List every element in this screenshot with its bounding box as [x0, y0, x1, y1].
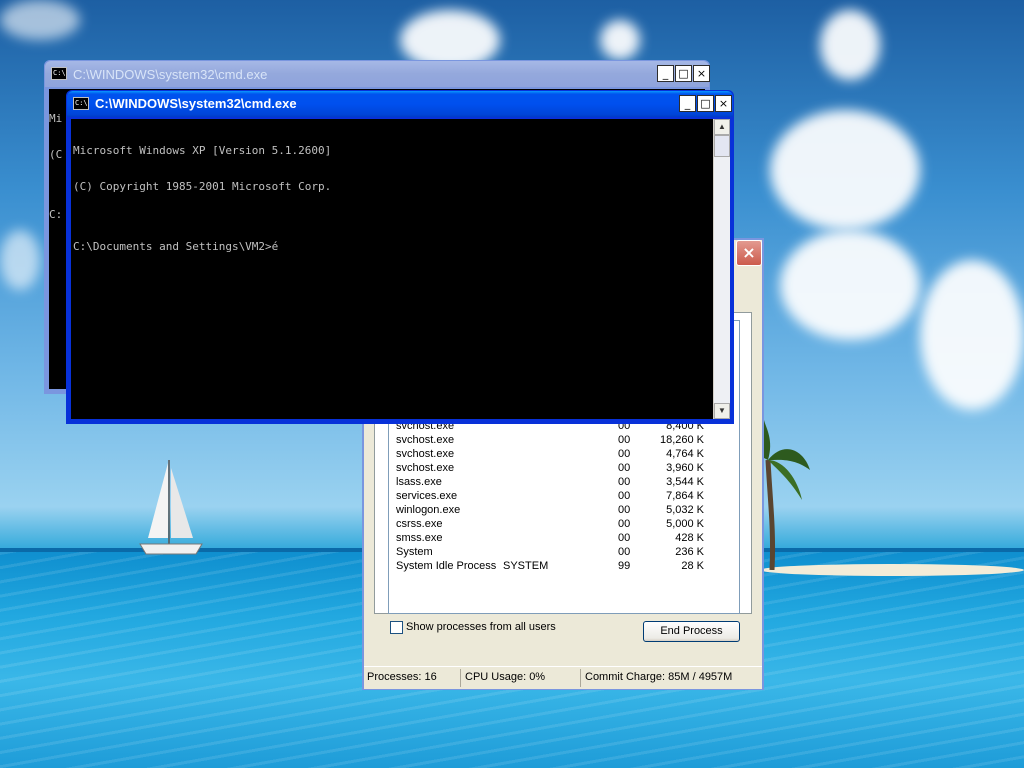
process-mem-usage: 3,544 K: [666, 476, 704, 488]
table-row[interactable]: System Idle Process SYSTEM 99 28 K: [396, 560, 708, 574]
scroll-up-button[interactable]: ▲: [714, 119, 730, 135]
process-mem-usage: 236 K: [675, 546, 704, 558]
wallpaper-cloud: [600, 20, 640, 60]
table-row[interactable]: smss.exe 00 428 K: [396, 532, 708, 546]
process-name: services.exe: [396, 490, 458, 502]
process-name: svchost.exe: [396, 434, 455, 446]
status-divider: [580, 669, 581, 687]
process-user: SYSTEM: [503, 560, 549, 572]
window-title: C:\WINDOWS\system32\cmd.exe: [95, 96, 297, 111]
table-row[interactable]: csrss.exe 00 5,000 K: [396, 518, 708, 532]
table-row[interactable]: winlogon.exe 00 5,032 K: [396, 504, 708, 518]
process-cpu: 00: [618, 518, 631, 530]
process-cpu: 00: [618, 476, 631, 488]
process-name: svchost.exe: [396, 462, 455, 474]
process-mem-usage: 4,764 K: [666, 448, 704, 460]
maximize-button[interactable]: □: [697, 95, 714, 112]
table-row[interactable]: lsass.exe 00 3,544 K: [396, 476, 708, 490]
status-bar: Processes: 16 CPU Usage: 0% Commit Charg…: [364, 666, 762, 689]
process-name: System Idle Process: [396, 560, 497, 572]
palm-tree-icon: [764, 420, 810, 570]
end-process-button[interactable]: End Process: [643, 621, 740, 642]
wallpaper-cloud: [0, 0, 80, 40]
sailboat-icon: [139, 460, 203, 555]
maximize-button[interactable]: □: [675, 65, 692, 82]
table-row[interactable]: svchost.exe 00 4,764 K: [396, 448, 708, 462]
minimize-button[interactable]: _: [679, 95, 696, 112]
vertical-scrollbar[interactable]: ▲ ▼: [713, 119, 730, 419]
cmd-window-active[interactable]: C:\ C:\WINDOWS\system32\cmd.exe _ □ × Mi…: [66, 90, 734, 424]
close-button[interactable]: ×: [693, 65, 710, 82]
process-mem-usage: 28 K: [681, 560, 704, 572]
console-prompt: C:\Documents and Settings\VM2>é: [73, 240, 279, 253]
process-mem-usage: 18,260 K: [659, 434, 704, 446]
process-mem-usage: 428 K: [675, 532, 704, 544]
cmd-icon: C:\: [51, 67, 67, 80]
process-cpu: 99: [618, 560, 631, 572]
process-mem-usage: 5,000 K: [666, 518, 704, 530]
wallpaper-cloud: [820, 10, 880, 80]
process-cpu: 00: [618, 504, 631, 516]
status-divider: [460, 669, 461, 687]
process-name: svchost.exe: [396, 448, 455, 460]
wallpaper-cloud: [780, 230, 920, 340]
scroll-down-button[interactable]: ▼: [714, 403, 730, 419]
cmd-icon: C:\: [73, 97, 89, 110]
process-cpu: 00: [618, 546, 631, 558]
status-processes: Processes: 16: [367, 671, 437, 683]
process-mem-usage: 3,960 K: [666, 462, 704, 474]
show-all-users-checkbox[interactable]: [390, 621, 403, 634]
table-row[interactable]: svchost.exe 00 3,960 K: [396, 462, 708, 476]
process-cpu: 00: [618, 448, 631, 460]
console-output[interactable]: Microsoft Windows XP [Version 5.1.2600] …: [71, 119, 713, 419]
process-cpu: 00: [618, 532, 631, 544]
status-commit-charge: Commit Charge: 85M / 4957M: [585, 671, 733, 683]
close-button[interactable]: ×: [715, 95, 732, 112]
process-name: csrss.exe: [396, 518, 443, 530]
process-cpu: 00: [618, 462, 631, 474]
table-row[interactable]: svchost.exe 00 18,260 K: [396, 434, 708, 448]
process-mem-usage: 7,864 K: [666, 490, 704, 502]
process-name: System: [396, 546, 433, 558]
process-name: lsass.exe: [396, 476, 442, 488]
minimize-button[interactable]: _: [657, 65, 674, 82]
wallpaper-cloud: [770, 110, 920, 230]
table-row[interactable]: services.exe 00 7,864 K: [396, 490, 708, 504]
close-button[interactable]: ×: [736, 240, 762, 266]
console-line: (C) Copyright 1985-2001 Microsoft Corp.: [73, 180, 332, 193]
scrollbar-thumb[interactable]: [714, 135, 730, 157]
title-bar[interactable]: C:\ C:\WINDOWS\system32\cmd.exe _ □ ×: [67, 91, 733, 117]
status-cpu-usage: CPU Usage: 0%: [465, 671, 546, 683]
process-name: winlogon.exe: [396, 504, 461, 516]
process-name: smss.exe: [396, 532, 443, 544]
window-title: C:\WINDOWS\system32\cmd.exe: [73, 67, 268, 82]
process-mem-usage: 5,032 K: [666, 504, 704, 516]
wallpaper-cloud: [920, 260, 1024, 410]
console-line: Microsoft Windows XP [Version 5.1.2600]: [73, 144, 332, 157]
wallpaper-cloud: [0, 230, 40, 290]
show-all-users-label[interactable]: Show processes from all users: [406, 621, 556, 633]
title-bar[interactable]: C:\ C:\WINDOWS\system32\cmd.exe _ □ ×: [45, 61, 710, 87]
process-cpu: 00: [618, 490, 631, 502]
table-row[interactable]: System 00 236 K: [396, 546, 708, 560]
process-cpu: 00: [618, 434, 631, 446]
